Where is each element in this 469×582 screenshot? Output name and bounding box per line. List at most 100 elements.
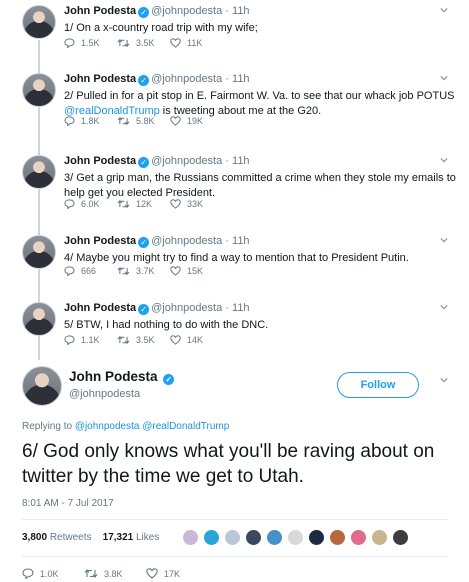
- avatar[interactable]: [22, 235, 56, 269]
- reply-icon: [64, 38, 75, 48]
- follow-button[interactable]: Follow: [337, 372, 419, 398]
- verified-badge-icon: ✓: [138, 75, 150, 86]
- author-handle[interactable]: @johnpodesta: [151, 302, 222, 314]
- tweet-time[interactable]: 11h: [232, 73, 250, 85]
- mention-link[interactable]: @realDonaldTrump: [64, 105, 160, 117]
- engagement-stats: 3,800 Retweets 17,321 Likes: [22, 532, 159, 543]
- verified-badge-icon: ✓: [138, 237, 150, 248]
- author-handle[interactable]: @johnpodesta: [151, 235, 222, 247]
- retweet-icon: [117, 200, 130, 208]
- author-handle[interactable]: @johnpodesta: [69, 388, 140, 400]
- reply-mention[interactable]: @johnpodesta: [75, 421, 140, 432]
- reply-button[interactable]: 1.1K: [64, 335, 117, 345]
- reply-icon: [64, 199, 75, 209]
- liker-avatar[interactable]: [203, 529, 220, 546]
- reply-button[interactable]: 6.0K: [64, 199, 117, 209]
- liker-avatar[interactable]: [287, 529, 304, 546]
- tweet-text-segment: 3/ Get a grip man, the Russians committe…: [64, 172, 456, 199]
- author-name[interactable]: John Podesta: [64, 5, 136, 17]
- chevron-down-icon[interactable]: [440, 376, 448, 384]
- reply-icon: [64, 266, 75, 276]
- author-handle[interactable]: @johnpodesta: [151, 155, 222, 167]
- author-name[interactable]: John Podesta ✓: [69, 369, 176, 385]
- retweet-button[interactable]: 12K: [117, 199, 170, 209]
- author-name[interactable]: John Podesta: [64, 235, 136, 247]
- liker-avatar[interactable]: [392, 529, 409, 546]
- avatar[interactable]: [22, 73, 56, 107]
- like-button[interactable]: 15K: [170, 266, 223, 276]
- liker-avatar[interactable]: [182, 529, 199, 546]
- tweet-text-segment: 2/ Pulled in for a pit stop in E. Fairmo…: [64, 90, 455, 102]
- reply-mention[interactable]: @realDonaldTrump: [142, 421, 229, 432]
- chevron-down-icon[interactable]: [440, 74, 448, 82]
- tweet-time[interactable]: 11h: [232, 5, 250, 17]
- replying-to: Replying to @johnpodesta @realDonaldTrum…: [22, 421, 230, 432]
- retweet-icon: [117, 117, 130, 125]
- tweet-text: 6/ God only knows what you'll be raving …: [22, 441, 435, 487]
- tweet-text: 5/ BTW, I had nothing to do with the DNC…: [64, 318, 459, 333]
- tweet-text-segment: 4/ Maybe you might try to find a way to …: [64, 252, 409, 264]
- retweets-stat[interactable]: 3,800 Retweets: [22, 532, 92, 543]
- tweet-text: 3/ Get a grip man, the Russians committe…: [64, 171, 459, 200]
- tweet-text: 1/ On a x-country road trip with my wife…: [64, 21, 459, 36]
- tweet-time[interactable]: 11h: [232, 235, 250, 247]
- avatar[interactable]: [22, 366, 62, 406]
- tweet-text-segment: is tweeting about me at the G20.: [159, 104, 322, 117]
- likes-stat[interactable]: 17,321 Likes: [103, 532, 160, 543]
- author-handle[interactable]: @johnpodesta: [151, 73, 222, 85]
- heart-icon: [146, 568, 158, 579]
- liker-avatar[interactable]: [371, 529, 388, 546]
- retweet-icon: [84, 569, 98, 578]
- timestamp[interactable]: 8:01 AM - 7 Jul 2017: [22, 498, 114, 509]
- like-button[interactable]: 17K: [146, 568, 208, 579]
- verified-badge-icon: ✓: [163, 374, 175, 385]
- tweet-time[interactable]: 11h: [232, 155, 250, 167]
- separator-dot: ·: [222, 73, 233, 85]
- like-button[interactable]: 33K: [170, 199, 223, 209]
- tweet-actions: 1.8K 5.8K 19K: [64, 116, 223, 126]
- separator-dot: ·: [222, 155, 233, 167]
- reply-button[interactable]: 1.5K: [64, 38, 117, 48]
- like-button[interactable]: 19K: [170, 116, 223, 126]
- tweet-header: John Podesta ✓ @johnpodesta · 11h: [64, 302, 250, 315]
- liker-avatar[interactable]: [308, 529, 325, 546]
- heart-icon: [170, 199, 181, 209]
- tweet-time[interactable]: 11h: [232, 302, 250, 314]
- divider: [22, 556, 447, 557]
- reply-button[interactable]: 1.8K: [64, 116, 117, 126]
- reply-button[interactable]: 1.0K: [22, 568, 84, 579]
- liker-avatar[interactable]: [224, 529, 241, 546]
- separator-dot: ·: [222, 5, 233, 17]
- liker-avatar[interactable]: [329, 529, 346, 546]
- tweet-text-segment: 5/ BTW, I had nothing to do with the DNC…: [64, 319, 269, 331]
- heart-icon: [170, 38, 181, 48]
- retweet-button[interactable]: 3.5K: [117, 38, 170, 48]
- chevron-down-icon[interactable]: [440, 236, 448, 244]
- separator-dot: ·: [222, 302, 233, 314]
- retweet-button[interactable]: 3.5K: [117, 335, 170, 345]
- retweet-button[interactable]: 5.8K: [117, 116, 170, 126]
- author-name[interactable]: John Podesta: [64, 155, 136, 167]
- avatar[interactable]: [22, 155, 56, 189]
- author-name[interactable]: John Podesta: [64, 302, 136, 314]
- liker-avatar[interactable]: [266, 529, 283, 546]
- like-button[interactable]: 14K: [170, 335, 223, 345]
- chevron-down-icon[interactable]: [440, 6, 448, 14]
- like-button[interactable]: 11K: [170, 38, 223, 48]
- avatar[interactable]: [22, 302, 56, 336]
- reply-button[interactable]: 666: [64, 266, 117, 276]
- liker-avatar[interactable]: [245, 529, 262, 546]
- author-name[interactable]: John Podesta: [64, 73, 136, 85]
- chevron-down-icon[interactable]: [440, 156, 448, 164]
- retweet-button[interactable]: 3.7K: [117, 266, 170, 276]
- avatar[interactable]: [22, 5, 56, 39]
- tweet-header: John Podesta ✓ @johnpodesta · 11h: [64, 5, 250, 18]
- tweet-header: John Podesta ✓ @johnpodesta · 11h: [64, 73, 250, 86]
- author-handle[interactable]: @johnpodesta: [151, 5, 222, 17]
- liker-avatar[interactable]: [350, 529, 367, 546]
- retweet-button[interactable]: 3.8K: [84, 568, 146, 579]
- liker-avatars[interactable]: [182, 529, 413, 546]
- tweet-text: 2/ Pulled in for a pit stop in E. Fairmo…: [64, 89, 459, 118]
- chevron-down-icon[interactable]: [440, 303, 448, 311]
- retweet-icon: [117, 336, 130, 344]
